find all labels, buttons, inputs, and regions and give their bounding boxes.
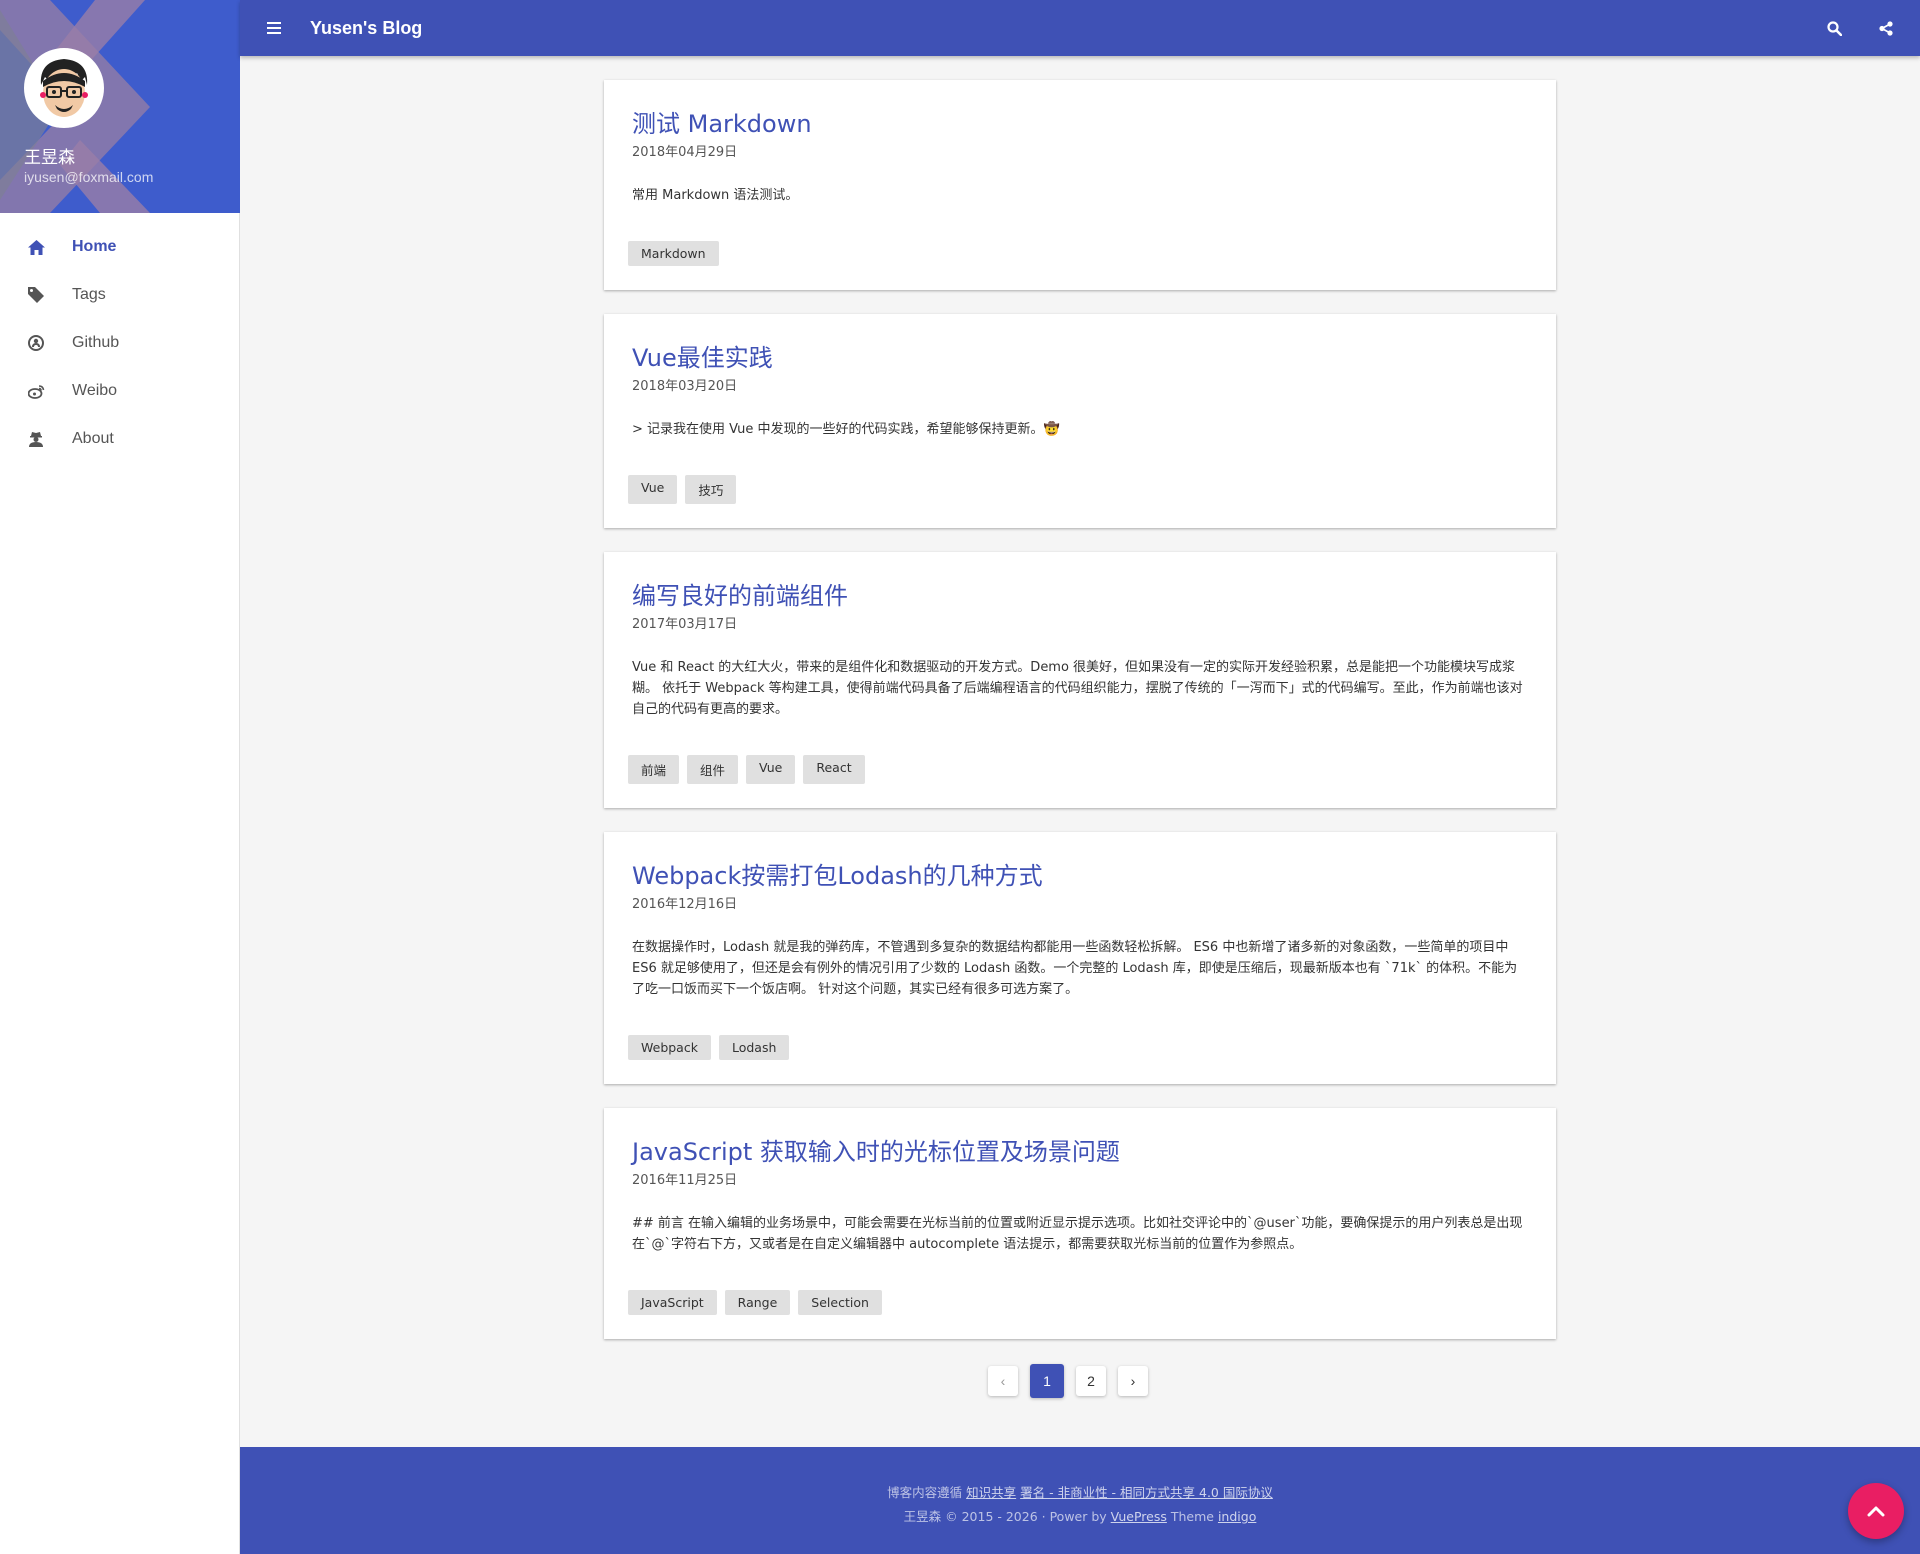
sidebar-item-label: Home	[72, 238, 117, 255]
indigo-theme-link[interactable]: indigo	[1218, 1509, 1256, 1524]
home-icon	[27, 238, 45, 256]
profile-name: 王昱森	[24, 148, 75, 168]
share-icon	[1879, 20, 1893, 36]
site-title[interactable]: Yusen's Blog	[310, 18, 422, 39]
hamburger-icon	[267, 22, 281, 34]
avatar	[24, 48, 104, 128]
theme-text: Theme	[1166, 1509, 1218, 1524]
post-card: 测试 Markdown 2018年04月29日 常用 Markdown 语法测试…	[604, 80, 1556, 290]
post-card: JavaScript 获取输入时的光标位置及场景问题 2016年11月25日 #…	[604, 1108, 1556, 1339]
sidebar-item-weibo[interactable]: Weibo	[0, 367, 239, 415]
post-title-link[interactable]: Webpack按需打包Lodash的几种方式	[632, 860, 1526, 892]
post-title-link[interactable]: JavaScript 获取输入时的光标位置及场景问题	[632, 1136, 1526, 1168]
sidebar-item-home[interactable]: Home	[0, 223, 239, 271]
license-prefix: 博客内容遵循	[887, 1485, 967, 1500]
tag-chip[interactable]: Webpack	[628, 1035, 711, 1060]
post-date: 2016年12月16日	[632, 897, 738, 912]
sidebar-item-label: Github	[72, 334, 120, 351]
tag-chip[interactable]: Vue	[628, 475, 678, 504]
post-list: 测试 Markdown 2018年04月29日 常用 Markdown 语法测试…	[604, 80, 1556, 1363]
post-excerpt: 常用 Markdown 语法测试。	[632, 188, 799, 203]
tag-chip[interactable]: 技巧	[685, 475, 737, 504]
post-date: 2018年04月29日	[632, 145, 738, 160]
copyright-line: 王昱森 © 2015 - 2026 · Power by VuePress Th…	[240, 1505, 1920, 1529]
tag-chip[interactable]: Range	[724, 1290, 791, 1315]
license-link-terms[interactable]: 署名 - 非商业性 - 相同方式共享 4.0 国际协议	[1020, 1485, 1273, 1500]
sidebar-item-label: About	[72, 430, 114, 447]
footer: 博客内容遵循 知识共享 署名 - 非商业性 - 相同方式共享 4.0 国际协议 …	[240, 1447, 1920, 1554]
sidebar-item-tags[interactable]: Tags	[0, 271, 239, 319]
prev-page-button[interactable]: ‹	[988, 1366, 1018, 1396]
post-date: 2017年03月17日	[632, 617, 738, 632]
page-button-1[interactable]: 1	[1030, 1364, 1064, 1398]
tag-chip[interactable]: Lodash	[718, 1035, 790, 1060]
post-card: 编写良好的前端组件 2017年03月17日 Vue 和 React 的大红大火，…	[604, 552, 1556, 808]
top-app-bar: Yusen's Blog	[240, 0, 1920, 56]
tag-chip[interactable]: 组件	[687, 755, 739, 784]
post-excerpt: 在数据操作时，Lodash 就是我的弹药库，不管遇到多复杂的数据结构都能用一些函…	[632, 940, 1518, 997]
search-icon	[1826, 20, 1842, 36]
post-title-link[interactable]: 测试 Markdown	[632, 108, 1526, 140]
pagination: ‹ 1 2 ›	[0, 1364, 1920, 1398]
vuepress-link[interactable]: VuePress	[1111, 1509, 1167, 1524]
post-title-link[interactable]: Vue最佳实践	[632, 342, 1526, 374]
profile-email: iyusen@foxmail.com	[24, 169, 154, 185]
sidebar: 王昱森 iyusen@foxmail.com Home Tags Github	[0, 0, 240, 1554]
profile-header: 王昱森 iyusen@foxmail.com	[0, 0, 240, 213]
copyright-text: 王昱森 © 2015 - 2026 · Power by	[903, 1509, 1111, 1524]
chevron-right-icon: ›	[1130, 1373, 1136, 1389]
menu-button[interactable]	[246, 0, 302, 56]
github-icon	[27, 334, 45, 352]
license-line: 博客内容遵循 知识共享 署名 - 非商业性 - 相同方式共享 4.0 国际协议	[240, 1481, 1920, 1505]
post-date: 2016年11月25日	[632, 1173, 738, 1188]
sidebar-nav: Home Tags Github Weibo About	[0, 213, 239, 463]
license-link-cc[interactable]: 知识共享	[966, 1485, 1016, 1500]
post-tags: Vue 技巧	[628, 475, 1526, 504]
post-card: Vue最佳实践 2018年03月20日 > 记录我在使用 Vue 中发现的一些好…	[604, 314, 1556, 528]
post-tags: JavaScript Range Selection	[628, 1290, 1526, 1315]
post-card: Webpack按需打包Lodash的几种方式 2016年12月16日 在数据操作…	[604, 832, 1556, 1084]
sidebar-item-about[interactable]: About	[0, 415, 239, 463]
tag-chip[interactable]: Selection	[798, 1290, 882, 1315]
user-secret-icon	[27, 430, 45, 448]
sidebar-item-label: Weibo	[72, 382, 118, 399]
next-page-button[interactable]: ›	[1118, 1366, 1148, 1396]
tag-chip[interactable]: 前端	[628, 755, 680, 784]
share-button[interactable]	[1860, 0, 1912, 56]
post-title-link[interactable]: 编写良好的前端组件	[632, 580, 1526, 612]
post-excerpt: Vue 和 React 的大红大火，带来的是组件化和数据驱动的开发方式。Demo…	[632, 660, 1523, 717]
back-to-top-button[interactable]	[1848, 1483, 1904, 1539]
tag-icon	[27, 286, 45, 304]
tag-chip[interactable]: React	[803, 755, 865, 784]
tag-chip[interactable]: JavaScript	[628, 1290, 717, 1315]
post-tags: Webpack Lodash	[628, 1035, 1526, 1060]
page-button-2[interactable]: 2	[1076, 1366, 1106, 1396]
tag-chip[interactable]: Markdown	[628, 241, 719, 266]
post-tags: 前端 组件 Vue React	[628, 755, 1526, 784]
weibo-icon	[27, 382, 45, 400]
chevron-up-icon	[1867, 1506, 1885, 1517]
post-tags: Markdown	[628, 241, 1526, 266]
post-date: 2018年03月20日	[632, 379, 738, 394]
chevron-left-icon: ‹	[1000, 1373, 1006, 1389]
tag-chip[interactable]: Vue	[746, 755, 796, 784]
sidebar-item-label: Tags	[72, 286, 106, 303]
sidebar-item-github[interactable]: Github	[0, 319, 239, 367]
post-excerpt: ## 前言 在输入编辑的业务场景中，可能会需要在光标当前的位置或附近显示提示选项…	[632, 1216, 1523, 1252]
post-excerpt: > 记录我在使用 Vue 中发现的一些好的代码实践，希望能够保持更新。🤠	[632, 422, 1060, 437]
search-button[interactable]	[1808, 0, 1860, 56]
